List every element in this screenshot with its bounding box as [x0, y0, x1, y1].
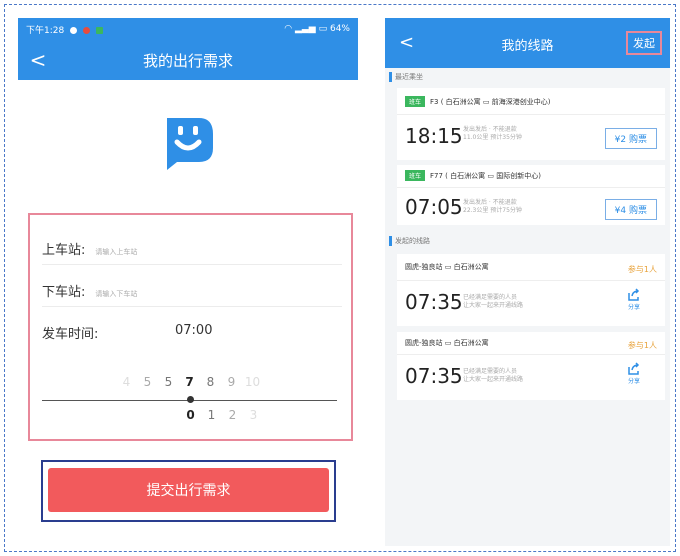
- my-routes-screen: < 我的线路 发起 最近乘坐 班车 F3 ( 白石洲公寓 ▭ 前海深港创业中心)…: [385, 18, 670, 546]
- note-line: 让大家一起来开通线路: [463, 302, 524, 309]
- create-route-button[interactable]: 发起: [626, 31, 662, 55]
- status-bar: 下午1:28 ◠ ▂▃▅ ▭ 64%: [18, 18, 358, 40]
- route-name: 圆虎-独良站 ▭ 白石洲公寓: [405, 339, 489, 347]
- wifi-icon: ◠: [284, 24, 293, 34]
- route-note: 已经满足需要的人员 让大家一起来开通线路: [463, 368, 523, 384]
- minute-option[interactable]: 1: [201, 408, 222, 422]
- divider: [397, 187, 665, 188]
- share-icon: [628, 362, 640, 375]
- alighting-station-field[interactable]: 下车站: 请输入下车站: [42, 281, 342, 307]
- participants-count: 参与1人: [627, 265, 657, 274]
- shuttle-tag: 班车: [405, 170, 426, 181]
- participants-count: 参与1人: [627, 341, 657, 350]
- ride-info: 发出发后 · 不能退款 22.3公里 预计75分钟: [463, 199, 522, 215]
- recent-ride-card[interactable]: 班车 F77 ( 白石洲公寓 ▭ 国际创新中心) 07:05 发出发后 · 不能…: [397, 165, 665, 225]
- departure-time: 18:15: [405, 124, 463, 148]
- share-button[interactable]: 分享: [625, 288, 643, 311]
- wechat-icon: [95, 26, 103, 34]
- departure-value: 07:00: [175, 323, 213, 338]
- departure-time: 07:35: [405, 290, 463, 314]
- hour-option[interactable]: 4: [116, 375, 137, 389]
- battery-level: 64%: [329, 24, 350, 34]
- hour-option-selected[interactable]: 7: [179, 375, 200, 389]
- trip-form: 上车站: 请输入上车站 下车站: 请输入下车站 发车时间: 07:00 4557…: [28, 213, 353, 441]
- alighting-label: 下车站:: [42, 285, 86, 300]
- departure-time-field[interactable]: 发车时间: 07:00: [42, 323, 342, 342]
- shuttle-tag: 班车: [405, 96, 426, 107]
- ride-info: 发出发后 · 不能退款 11.0公里 预计35分钟: [463, 126, 522, 142]
- minute-option-selected[interactable]: 0: [180, 408, 201, 422]
- divider: [397, 114, 665, 115]
- departure-label: 发车时间:: [42, 327, 99, 342]
- hour-option[interactable]: 9: [221, 375, 242, 389]
- back-icon[interactable]: <: [28, 48, 48, 72]
- route-line: 班车 F77 ( 白石洲公寓 ▭ 国际创新中心): [405, 170, 541, 181]
- battery-icon: ▭: [318, 24, 328, 34]
- route-line: 班车 F3 ( 白石洲公寓 ▭ 前海深港创业中心): [405, 96, 550, 107]
- refund-note: 发出发后 · 不能退款: [463, 126, 517, 133]
- hour-option[interactable]: 10: [242, 375, 263, 389]
- boarding-input[interactable]: 请输入上车站: [95, 247, 137, 257]
- minute-option[interactable]: 3: [243, 408, 264, 422]
- distance-note: 22.3公里 预计75分钟: [463, 207, 522, 214]
- note-line: 已经满足需要的人员: [463, 294, 518, 301]
- route-note: 已经满足需要的人员 让大家一起来开通线路: [463, 294, 523, 310]
- departure-time: 07:35: [405, 364, 463, 388]
- hour-picker[interactable]: 4 5 5 7 8 9 10: [116, 375, 263, 389]
- alighting-input[interactable]: 请输入下车站: [95, 289, 137, 299]
- divider: [397, 280, 665, 281]
- minute-picker[interactable]: 0123: [180, 408, 264, 422]
- trip-request-screen: 下午1:28 ◠ ▂▃▅ ▭ 64% < 我的出行需求 上车站: 请输入上车站 …: [18, 18, 358, 548]
- share-button[interactable]: 分享: [625, 362, 643, 385]
- route-line: 圆虎-独良站 ▭ 白石洲公寓: [405, 338, 489, 348]
- hour-option[interactable]: 5: [158, 375, 179, 389]
- divider: [397, 354, 665, 355]
- boarding-label: 上车站:: [42, 243, 86, 258]
- section-title: 最近乘坐: [395, 73, 423, 81]
- share-icon: [628, 288, 640, 301]
- buy-ticket-button[interactable]: ¥4 购票: [604, 199, 657, 220]
- submit-request-button[interactable]: 提交出行需求: [48, 468, 329, 512]
- nav-bar: < 我的线路 发起: [385, 18, 670, 68]
- route-name: 圆虎-独良站 ▭ 白石洲公寓: [405, 263, 489, 271]
- nav-bar: < 我的出行需求: [18, 40, 358, 80]
- status-time: 下午1:28: [26, 25, 65, 36]
- section-title: 发起的线路: [395, 237, 430, 245]
- notification-icon: [70, 26, 78, 34]
- refund-note: 发出发后 · 不能退款: [463, 199, 517, 206]
- page-title: 我的出行需求: [142, 51, 233, 70]
- minute-option[interactable]: 2: [222, 408, 243, 422]
- app-logo-icon: [167, 118, 213, 170]
- hour-option[interactable]: 8: [200, 375, 221, 389]
- share-label: 分享: [627, 304, 640, 311]
- departure-time: 07:05: [405, 195, 463, 219]
- note-line: 已经满足需要的人员: [463, 368, 518, 375]
- picker-handle[interactable]: [187, 396, 194, 403]
- recent-ride-card[interactable]: 班车 F3 ( 白石洲公寓 ▭ 前海深港创业中心) 18:15 发出发后 · 不…: [397, 88, 665, 160]
- route-name: F77 ( 白石洲公寓 ▭ 国际创新中心): [430, 171, 541, 180]
- created-section-header: 发起的线路: [385, 232, 670, 250]
- signal-icon: ▂▃▅: [294, 24, 316, 34]
- route-line: 圆虎-独良站 ▭ 白石洲公寓: [405, 262, 489, 272]
- created-route-card[interactable]: 圆虎-独良站 ▭ 白石洲公寓 参与1人 07:35 已经满足需要的人员 让大家一…: [397, 332, 665, 400]
- boarding-station-field[interactable]: 上车站: 请输入上车站: [42, 239, 342, 265]
- recent-section-header: 最近乘坐: [385, 68, 670, 86]
- route-name: F3 ( 白石洲公寓 ▭ 前海深港创业中心): [430, 97, 551, 106]
- buy-ticket-button[interactable]: ¥2 购票: [604, 128, 657, 149]
- share-label: 分享: [627, 378, 640, 385]
- created-route-card[interactable]: 圆虎-独良站 ▭ 白石洲公寓 参与1人 07:35 已经满足需要的人员 让大家一…: [397, 254, 665, 326]
- hour-option[interactable]: 5: [137, 375, 158, 389]
- distance-note: 11.0公里 预计35分钟: [463, 134, 522, 141]
- note-line: 让大家一起来开通线路: [463, 376, 524, 383]
- app-badge-icon: [82, 26, 90, 34]
